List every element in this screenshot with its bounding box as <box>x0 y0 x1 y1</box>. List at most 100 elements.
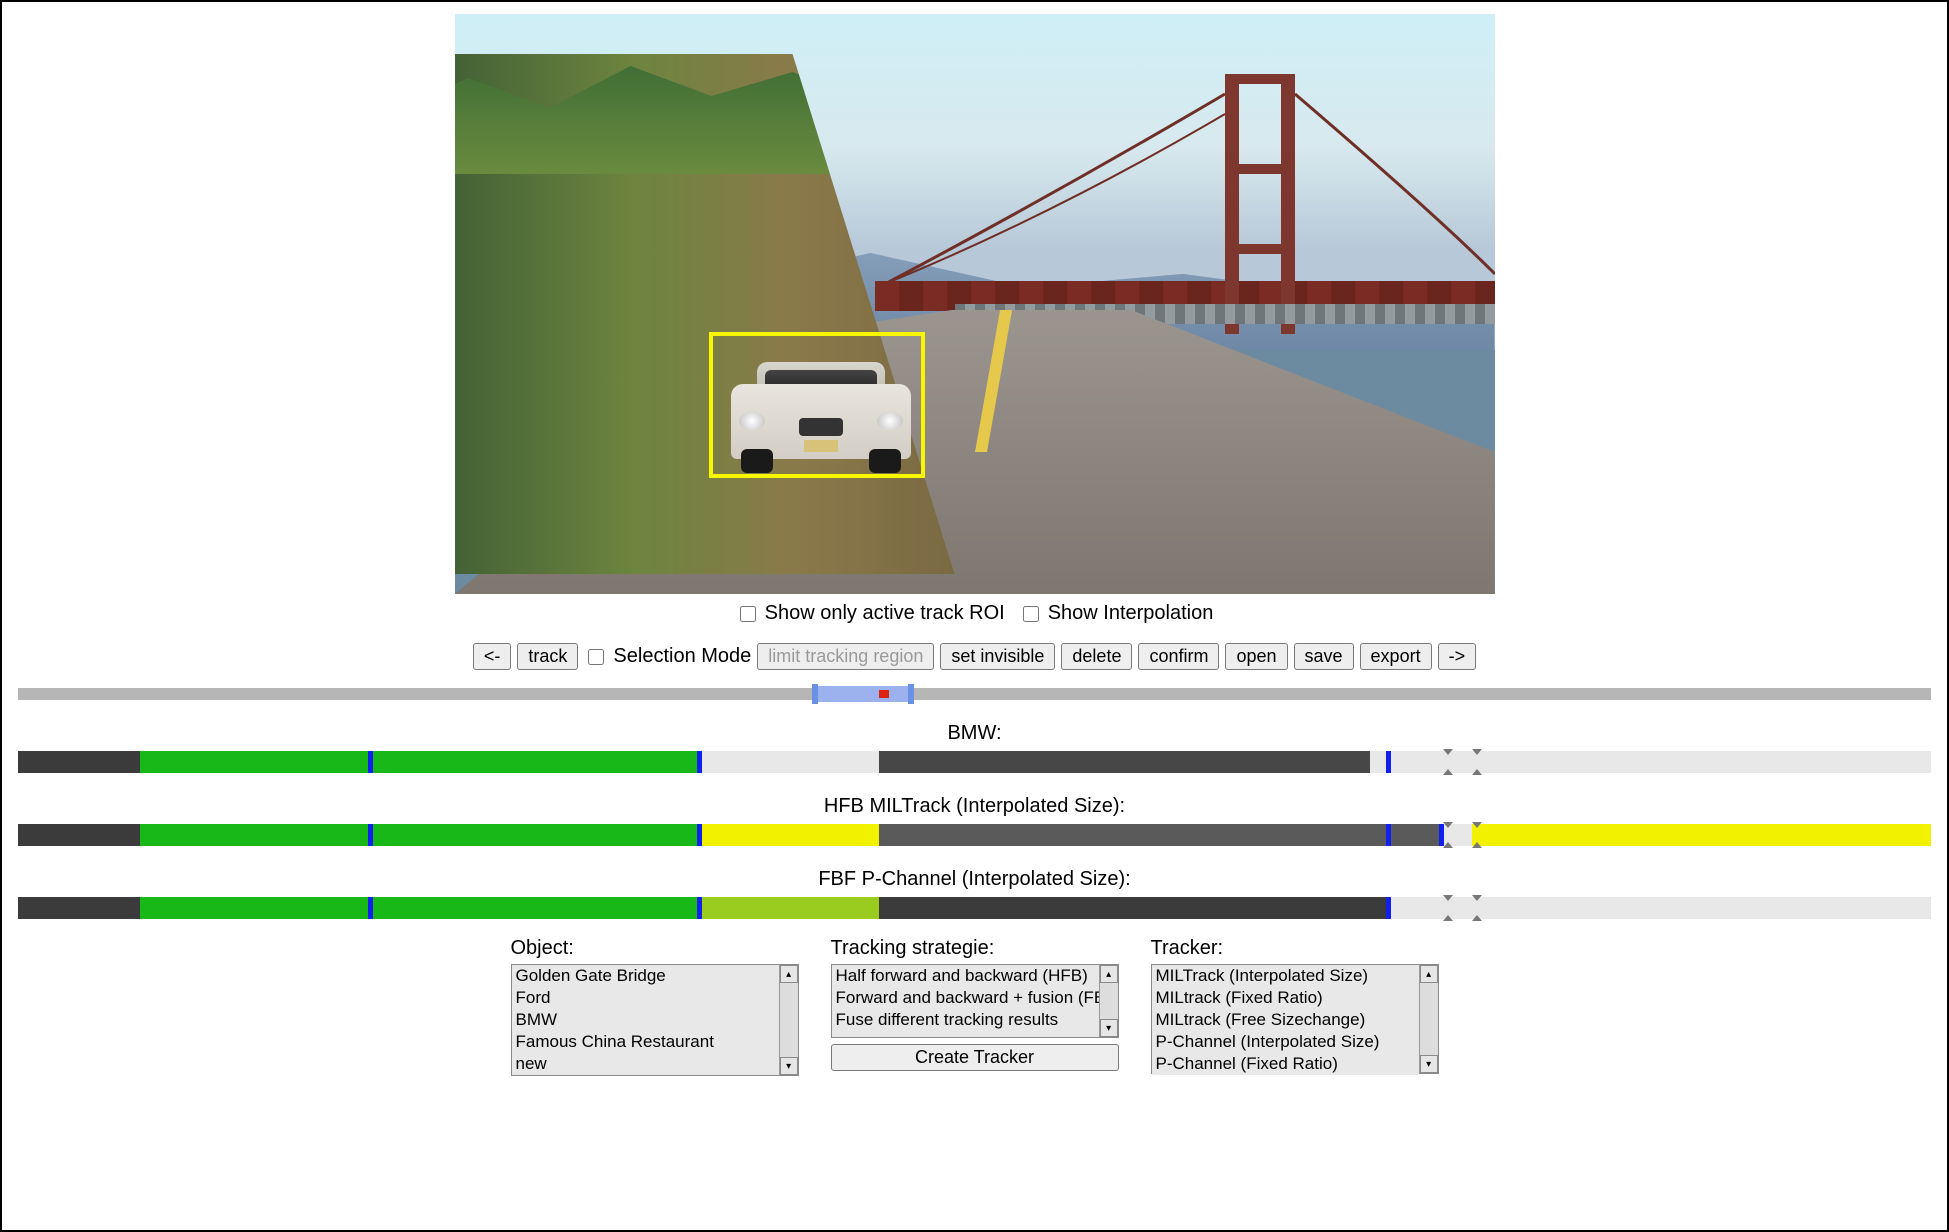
list-item[interactable]: Ford <box>512 987 779 1009</box>
track-segment <box>879 751 1371 773</box>
track-segment <box>1386 824 1440 846</box>
delete-button[interactable]: delete <box>1061 643 1132 670</box>
strategy-panel: Tracking strategie: Half forward and bac… <box>831 937 1119 1071</box>
track-bar[interactable] <box>18 751 1931 773</box>
open-button[interactable]: open <box>1225 643 1287 670</box>
object-scroll-up[interactable]: ▴ <box>780 965 798 983</box>
track-thumb[interactable] <box>1472 749 1482 775</box>
timeline-slider-track[interactable] <box>18 688 1931 700</box>
list-item[interactable]: Half forward and backward (HFB) <box>832 965 1099 987</box>
timeline-range-handle-left[interactable] <box>812 684 818 704</box>
video-frame[interactable] <box>455 14 1495 594</box>
track-segment <box>368 751 697 773</box>
show-only-active-roi-text: Show only active track ROI <box>765 602 1005 625</box>
confirm-button[interactable]: confirm <box>1138 643 1219 670</box>
panels-row: Object: Golden Gate BridgeFordBMWFamous … <box>12 937 1937 1076</box>
show-only-active-roi-label[interactable]: Show only active track ROI <box>736 602 1005 625</box>
track-label: HFB MILTrack (Interpolated Size): <box>12 795 1937 818</box>
track-keyframe-tick[interactable] <box>697 751 702 773</box>
object-listbox-wrap: Golden Gate BridgeFordBMWFamous China Re… <box>511 964 799 1076</box>
track-segment <box>140 824 368 846</box>
list-item[interactable]: MILTrack (Interpolated Size) <box>1152 965 1419 987</box>
track-segment <box>18 751 140 773</box>
strategy-scroll: ▴ ▾ <box>1099 965 1118 1037</box>
track-keyframe-tick[interactable] <box>368 751 373 773</box>
object-scroll-down[interactable]: ▾ <box>780 1057 798 1075</box>
list-item[interactable]: Forward and backward + fusion (FBF) <box>832 987 1099 1009</box>
track-thumb[interactable] <box>1472 822 1482 848</box>
list-item[interactable]: Golden Gate Bridge <box>512 965 779 987</box>
track-keyframe-tick[interactable] <box>368 824 373 846</box>
object-panel: Object: Golden Gate BridgeFordBMWFamous … <box>511 937 799 1076</box>
track-label: BMW: <box>12 722 1937 745</box>
timeline-range[interactable] <box>812 686 908 702</box>
list-item[interactable]: Fuse different tracking results <box>832 1009 1099 1031</box>
list-item[interactable]: P-Channel (Interpolated Size) <box>1152 1031 1419 1053</box>
strategy-scroll-up[interactable]: ▴ <box>1100 965 1118 983</box>
object-panel-label: Object: <box>511 937 799 960</box>
track-segment <box>18 897 140 919</box>
track-segment <box>697 824 879 846</box>
list-item[interactable]: BMW <box>512 1009 779 1031</box>
track-keyframe-tick[interactable] <box>697 897 702 919</box>
prev-frame-button[interactable]: <- <box>473 643 512 670</box>
track-label: FBF P-Channel (Interpolated Size): <box>12 868 1937 891</box>
strategy-listbox[interactable]: Half forward and backward (HFB)Forward a… <box>832 965 1099 1037</box>
track-thumb[interactable] <box>1443 895 1453 921</box>
video-area <box>12 14 1937 594</box>
tracker-scroll: ▴ ▾ <box>1419 965 1438 1073</box>
export-button[interactable]: export <box>1360 643 1432 670</box>
track-segment <box>1472 824 1931 846</box>
timeline-current-frame[interactable] <box>879 690 889 698</box>
set-invisible-button[interactable]: set invisible <box>940 643 1055 670</box>
timeline-slider[interactable] <box>18 688 1931 700</box>
strategy-scroll-down[interactable]: ▾ <box>1100 1019 1118 1037</box>
create-tracker-button[interactable]: Create Tracker <box>831 1044 1119 1071</box>
list-item[interactable]: MILtrack (Fixed Ratio) <box>1152 987 1419 1009</box>
bridge-tower-illustration <box>1215 74 1305 334</box>
track-keyframe-tick[interactable] <box>368 897 373 919</box>
selection-mode-checkbox[interactable] <box>588 649 604 665</box>
track-segment <box>140 751 368 773</box>
list-item[interactable]: P-Channel (Fixed Ratio) <box>1152 1053 1419 1075</box>
track-keyframe-tick[interactable] <box>697 824 702 846</box>
strategy-listbox-wrap: Half forward and backward (HFB)Forward a… <box>831 964 1119 1038</box>
track-thumb[interactable] <box>1443 749 1453 775</box>
show-interpolation-text: Show Interpolation <box>1048 602 1214 625</box>
timeline-range-handle-right[interactable] <box>908 684 914 704</box>
list-item[interactable]: Famous China Restaurant <box>512 1031 779 1053</box>
tracker-scroll-down[interactable]: ▾ <box>1420 1055 1438 1073</box>
main-toolbar: <- track Selection Mode limit tracking r… <box>12 643 1937 670</box>
track-bar[interactable] <box>18 824 1931 846</box>
track-keyframe-tick[interactable] <box>1386 751 1391 773</box>
track-segment <box>140 897 368 919</box>
object-scroll: ▴ ▾ <box>779 965 798 1075</box>
show-interpolation-checkbox[interactable] <box>1023 606 1039 622</box>
tracker-scroll-up[interactable]: ▴ <box>1420 965 1438 983</box>
show-only-active-roi-checkbox[interactable] <box>740 606 756 622</box>
track-segment <box>879 824 1386 846</box>
track-button[interactable]: track <box>517 643 578 670</box>
track-thumb[interactable] <box>1443 822 1453 848</box>
track-segment <box>18 824 140 846</box>
track-segment <box>368 897 697 919</box>
save-button[interactable]: save <box>1294 643 1354 670</box>
track-thumb[interactable] <box>1472 895 1482 921</box>
selection-mode-label[interactable]: Selection Mode <box>584 645 751 668</box>
list-item[interactable]: new <box>512 1053 779 1075</box>
next-frame-button[interactable]: -> <box>1438 643 1477 670</box>
display-options-row: Show only active track ROI Show Interpol… <box>12 602 1937 625</box>
app-frame: Show only active track ROI Show Interpol… <box>0 0 1949 1232</box>
tracks-container: BMW: HFB MILTrack (Interpolated Size): FBF… <box>12 722 1937 919</box>
list-item[interactable]: MILtrack (Free Sizechange) <box>1152 1009 1419 1031</box>
track-keyframe-tick[interactable] <box>1386 897 1391 919</box>
show-interpolation-label[interactable]: Show Interpolation <box>1019 602 1214 625</box>
track-keyframe-tick[interactable] <box>1386 824 1391 846</box>
tracker-panel: Tracker: MILTrack (Interpolated Size)MIL… <box>1151 937 1439 1074</box>
tracker-panel-label: Tracker: <box>1151 937 1439 960</box>
limit-tracking-region-button[interactable]: limit tracking region <box>757 643 934 670</box>
tracker-listbox[interactable]: MILTrack (Interpolated Size)MILtrack (Fi… <box>1152 965 1419 1075</box>
object-listbox[interactable]: Golden Gate BridgeFordBMWFamous China Re… <box>512 965 779 1075</box>
track-bar[interactable] <box>18 897 1931 919</box>
car-bounding-box[interactable] <box>709 332 925 478</box>
